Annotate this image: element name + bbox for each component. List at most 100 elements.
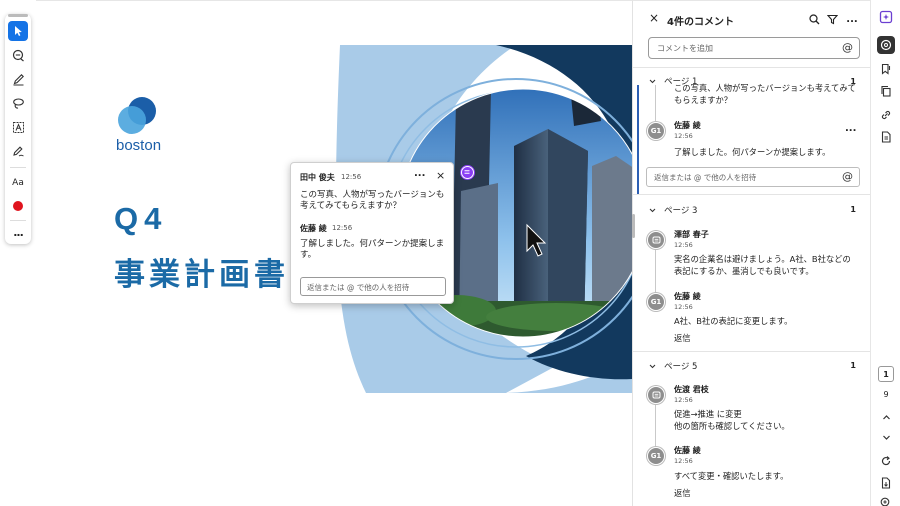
current-page-input[interactable]: 1 xyxy=(878,366,894,382)
comments-panel: × 4件のコメント ... コメントを追加 @ ページ 1 1 この写真、人物が… xyxy=(632,0,870,506)
ai-assistant-button[interactable] xyxy=(877,8,895,26)
popup-time: 12:56 xyxy=(341,173,362,181)
right-rail: 1 9 xyxy=(870,0,900,506)
text-format-tool[interactable]: Aa xyxy=(8,173,28,193)
slide-title-line2: 事業計画書 xyxy=(114,257,289,292)
page-group-label: ページ 3 xyxy=(664,206,698,216)
comment-pin[interactable] xyxy=(461,166,474,179)
select-tool[interactable] xyxy=(8,21,28,41)
avatar: G1 xyxy=(647,293,665,311)
avatar xyxy=(647,231,665,249)
logo-circle-front xyxy=(118,106,146,134)
text-box-tool[interactable] xyxy=(8,117,28,137)
document-arrow-icon xyxy=(881,477,891,489)
add-comment-placeholder: コメントを追加 xyxy=(657,44,713,53)
comment-author: 佐藤 綾 xyxy=(674,121,701,130)
comment-lines-icon xyxy=(464,170,470,174)
filter-button[interactable] xyxy=(825,12,839,26)
comment-time: 12:56 xyxy=(674,303,693,311)
page-group-header-3[interactable]: ページ 3 xyxy=(649,204,697,216)
thread-connector xyxy=(655,247,656,293)
toolbar-divider xyxy=(10,167,26,168)
panel-more-button[interactable]: ... xyxy=(845,12,859,26)
attachments-button[interactable] xyxy=(877,106,895,124)
comments-panel-toggle[interactable] xyxy=(877,36,895,54)
comment-time: 12:56 xyxy=(674,396,693,404)
popup-reply-author: 佐藤 綾 xyxy=(300,224,327,233)
reply-input[interactable]: 返信または @ で他の人を招待 @ xyxy=(646,167,860,187)
bookmarks-button[interactable] xyxy=(877,60,895,78)
comment-text: A社、B社の表記に変更します。 xyxy=(674,316,793,326)
bookmark-icon xyxy=(881,63,891,75)
toolbar-grip[interactable] xyxy=(8,14,28,17)
comment-text: 了解しました。何パターンか提案します。 xyxy=(674,147,831,157)
logo-wordmark: boston xyxy=(116,137,162,154)
avatar: G1 xyxy=(647,447,665,465)
selected-thread-indicator xyxy=(637,85,639,195)
lasso-tool[interactable] xyxy=(8,93,28,113)
draw-tool[interactable] xyxy=(8,69,28,89)
ai-assistant-icon xyxy=(879,10,893,24)
page-group-count: 1 xyxy=(850,361,856,370)
popup-more-button[interactable]: ... xyxy=(414,168,425,179)
text-box-icon xyxy=(12,121,24,133)
popup-close-button[interactable]: × xyxy=(436,169,445,182)
reply-link[interactable]: 返信 xyxy=(674,487,691,499)
comment-author: 佐藤 綾 xyxy=(674,446,701,455)
popup-reply-time: 12:56 xyxy=(332,224,353,232)
panel-scrollbar[interactable] xyxy=(632,214,635,238)
comment-bubble-icon xyxy=(652,391,660,398)
color-picker[interactable] xyxy=(8,196,28,216)
zoom-in-icon xyxy=(880,497,890,506)
add-comment-tool[interactable] xyxy=(8,45,28,65)
panel-divider xyxy=(633,67,870,68)
fill-sign-tool[interactable] xyxy=(8,141,28,161)
add-comment-input[interactable]: コメントを追加 @ xyxy=(648,37,860,59)
chevron-down-icon xyxy=(649,79,656,83)
comment-plus-icon xyxy=(12,49,24,61)
popup-reply-text: 了解しました。何パターンか提案しま す。 xyxy=(300,239,445,260)
document-properties-button[interactable] xyxy=(877,128,895,146)
comment-text: 実名の企業名は避けましょう。A社、B社などの表記にするか、墨消しでも良いです。 xyxy=(674,254,851,276)
popup-author: 田中 俊夫 xyxy=(300,173,335,182)
popup-comment-text: この写真、人物が写ったバージョンも考えてみてもらえますか？ xyxy=(300,190,445,211)
chevron-up-icon xyxy=(882,414,890,419)
lasso-icon xyxy=(12,97,24,109)
page-group-header-5[interactable]: ページ 5 xyxy=(649,360,697,372)
comment-text-line2: 他の箇所も確認してください。 xyxy=(674,421,790,431)
sign-pen-icon xyxy=(12,145,24,156)
panel-title: 4件のコメント xyxy=(667,17,734,28)
link-icon xyxy=(881,110,891,120)
save-page-button[interactable] xyxy=(877,474,895,492)
refresh-icon xyxy=(881,456,891,466)
more-tools[interactable]: ... xyxy=(8,222,28,242)
pages-button[interactable] xyxy=(877,82,895,100)
panel-close-button[interactable]: × xyxy=(649,11,659,25)
next-page-button[interactable] xyxy=(877,428,895,446)
comment-author: 佐藤 綾 xyxy=(674,292,701,301)
chevron-down-icon xyxy=(649,208,656,212)
comment-more-button[interactable]: ... xyxy=(845,123,856,134)
mention-icon[interactable]: @ xyxy=(842,170,853,183)
comment-bubble-icon xyxy=(652,236,660,243)
comment-author: 澤部 春子 xyxy=(674,230,709,239)
thread-root-text: この写真、人物が写ったバージョンも考えてみてもらえますか？ xyxy=(674,83,856,105)
slide-title-line1: Q4 xyxy=(114,201,168,236)
filter-icon xyxy=(826,14,838,24)
search-button[interactable] xyxy=(807,12,821,26)
mention-icon[interactable]: @ xyxy=(842,41,853,54)
document-icon xyxy=(881,131,891,143)
comment-icon xyxy=(880,39,892,51)
thread-connector xyxy=(655,85,656,121)
previous-page-button[interactable] xyxy=(877,408,895,426)
reply-link[interactable]: 返信 xyxy=(674,332,691,344)
avatar: G1 xyxy=(647,122,665,140)
rotate-button[interactable] xyxy=(877,452,895,470)
zoom-in-button[interactable] xyxy=(877,494,895,506)
copy-pages-icon xyxy=(881,85,891,97)
pen-icon xyxy=(13,73,24,85)
page-group-label: ページ 5 xyxy=(664,362,698,372)
color-swatch-icon xyxy=(13,201,23,211)
panel-divider xyxy=(633,194,870,195)
popup-reply-input[interactable]: 返信または @ で他の人を招待 xyxy=(300,277,446,296)
